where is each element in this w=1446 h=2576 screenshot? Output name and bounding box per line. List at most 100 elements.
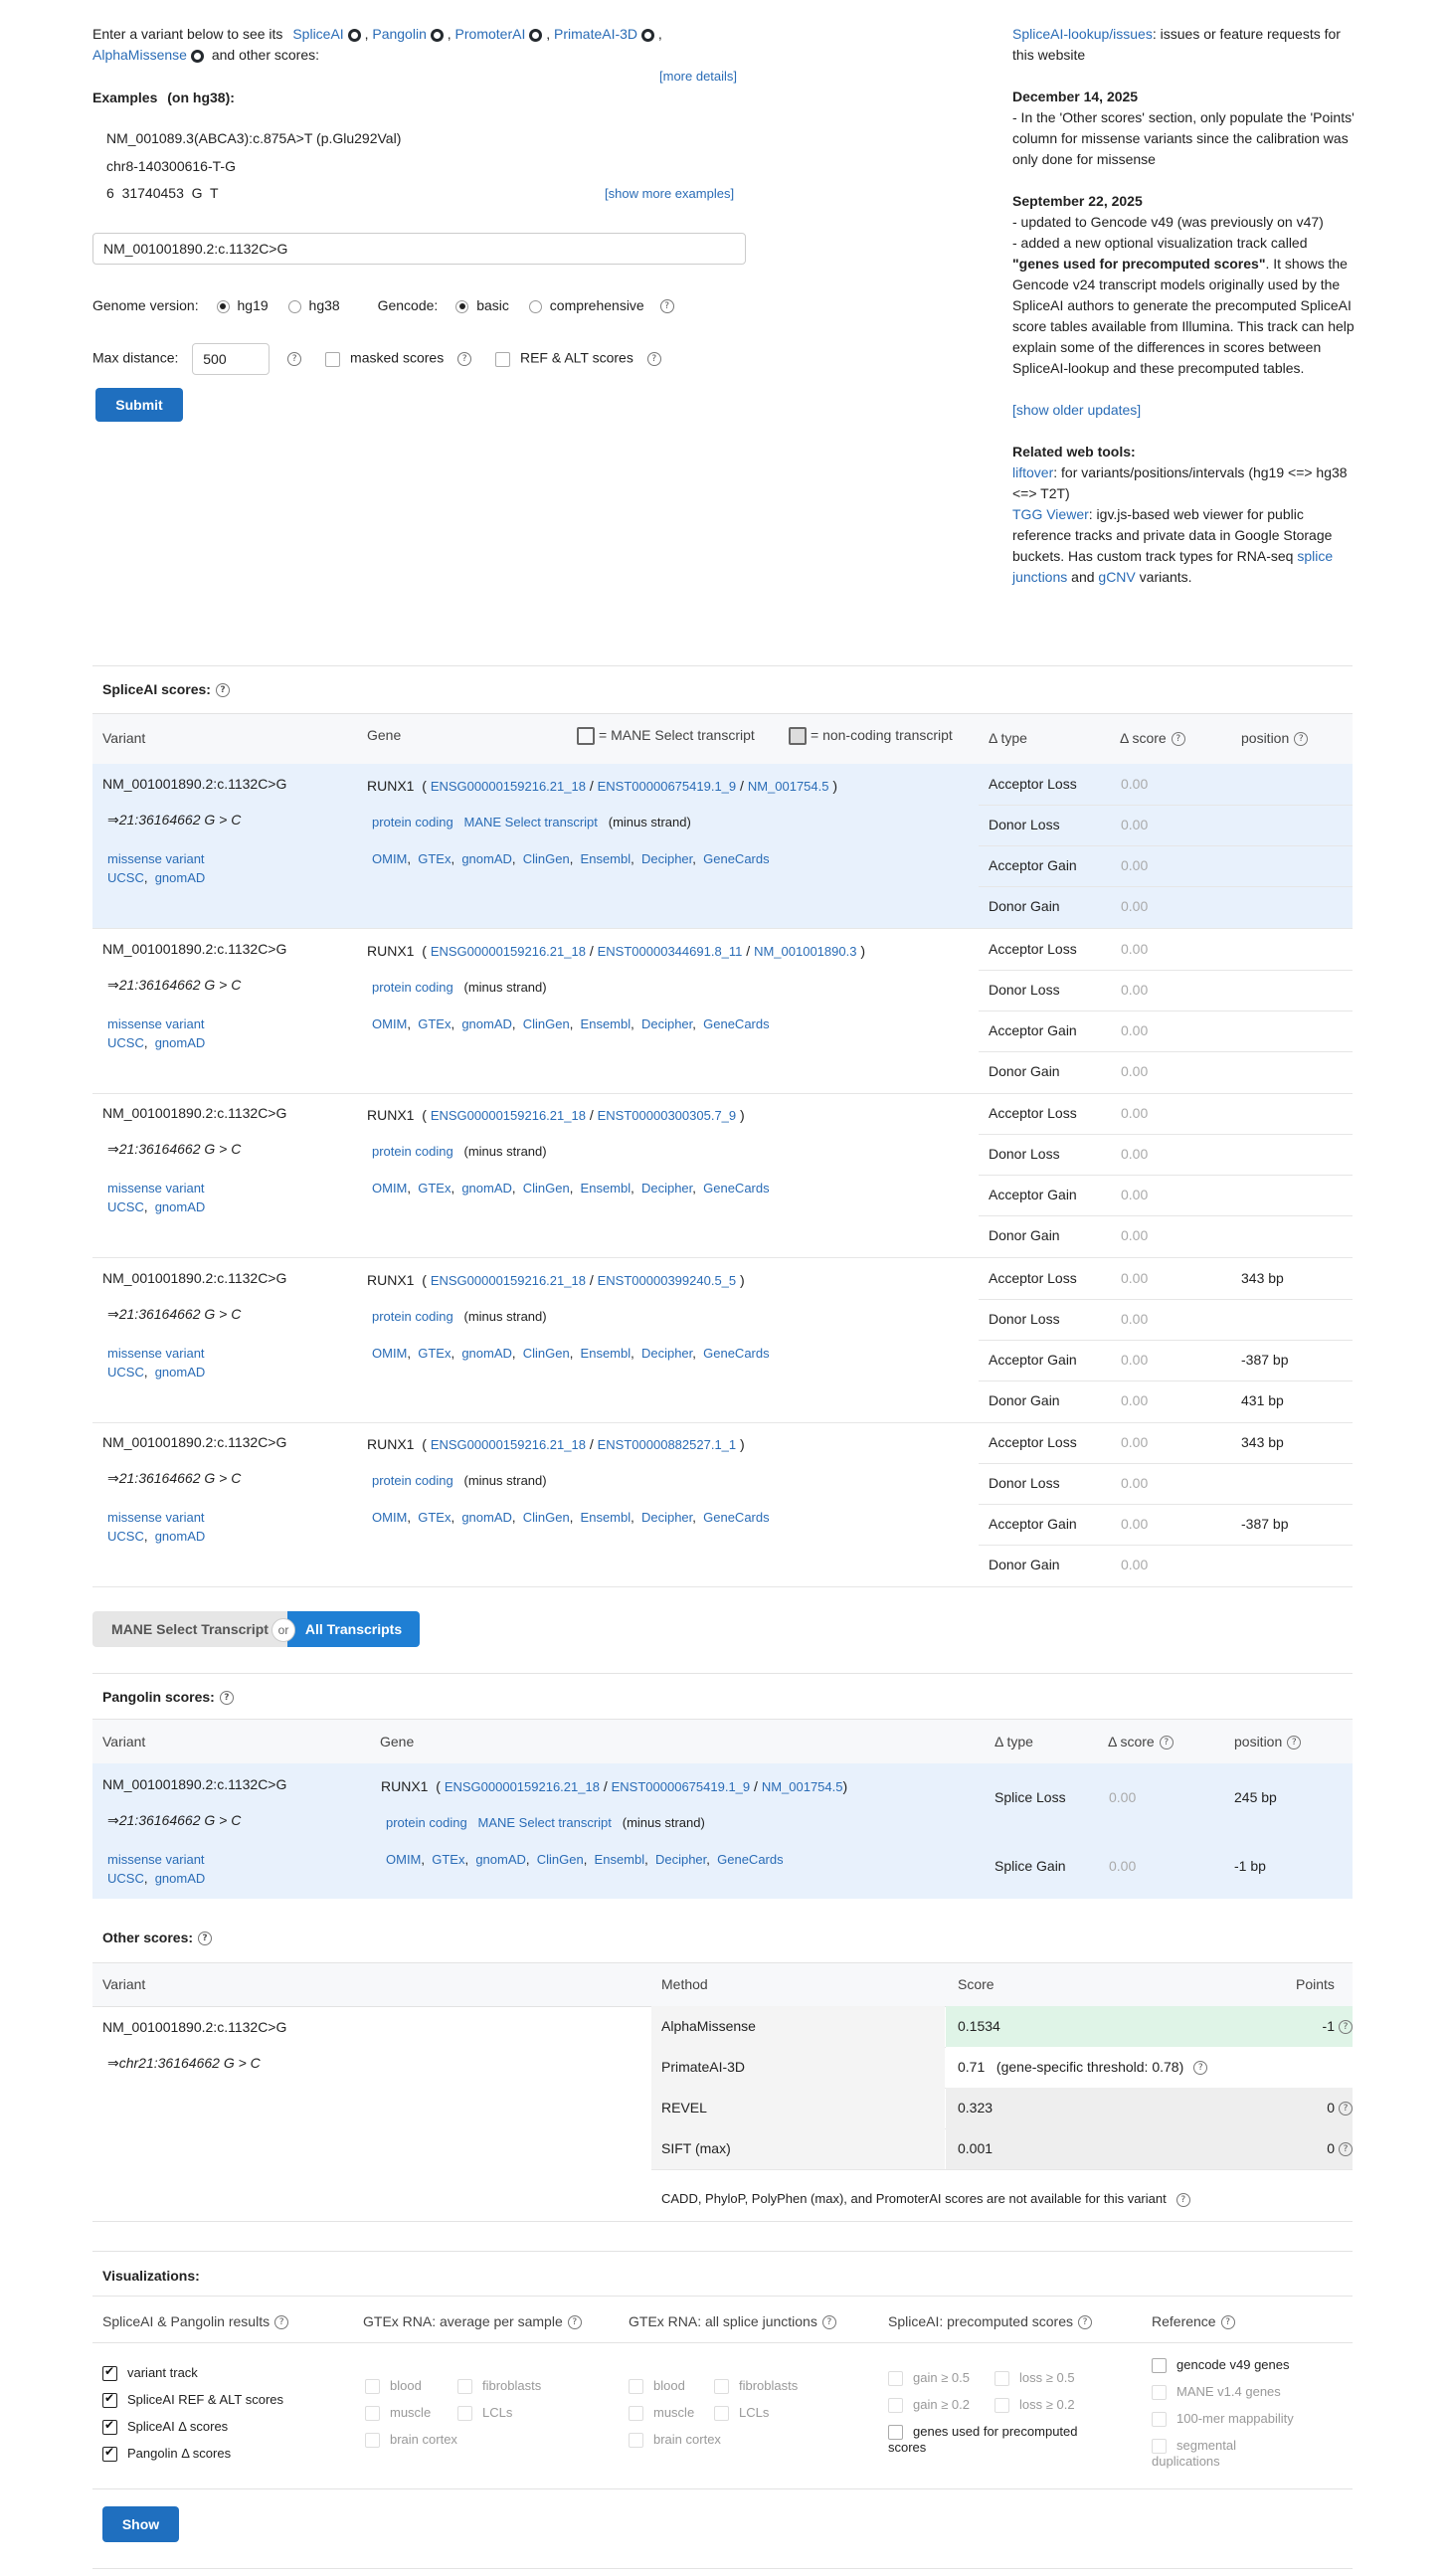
help-icon[interactable]: ? (1287, 1736, 1302, 1750)
more-details-link[interactable]: [more details] (659, 69, 737, 84)
help-icon[interactable]: ? (646, 352, 661, 366)
enst-link[interactable]: ENST00000882527.1_1 (598, 1437, 737, 1452)
gtex-link[interactable]: GTEx (432, 1852, 464, 1867)
gtex-link[interactable]: GTEx (418, 1181, 451, 1196)
refseq-link[interactable]: NM_001754.5 (762, 1779, 843, 1794)
help-icon[interactable]: ? (1175, 2192, 1190, 2207)
enst-link[interactable]: ENST00000399240.5_5 (598, 1273, 737, 1288)
enst-link[interactable]: ENST00000675419.1_9 (598, 779, 737, 794)
gtex-link[interactable]: GTEx (418, 1016, 451, 1031)
ucsc-link[interactable]: UCSC (107, 1365, 144, 1380)
clingen-link[interactable]: ClinGen (523, 1181, 570, 1196)
hg19-radio[interactable] (216, 299, 230, 313)
viz-option-checkbox[interactable] (629, 2433, 643, 2449)
gnomad-variant-link[interactable]: gnomAD (155, 1365, 206, 1380)
consequence-link[interactable]: missense variant (107, 1852, 205, 1867)
help-icon[interactable]: ? (198, 1932, 213, 1946)
ensembl-link[interactable]: Ensembl (581, 1346, 632, 1361)
gnomad-variant-link[interactable]: gnomAD (155, 870, 206, 885)
help-icon[interactable]: ? (567, 2315, 582, 2330)
help-icon[interactable]: ? (1220, 2315, 1235, 2330)
viz-option-checkbox[interactable] (994, 2398, 1009, 2414)
gnomad-variant-link[interactable]: gnomAD (155, 1199, 206, 1214)
liftover-link[interactable]: liftover (1012, 464, 1053, 480)
viz-option-checkbox[interactable] (102, 2418, 117, 2436)
ensg-link[interactable]: ENSG00000159216.21_18 (431, 779, 586, 794)
show-button[interactable]: Show (102, 2506, 179, 2542)
clingen-link[interactable]: ClinGen (523, 1016, 570, 1031)
help-icon[interactable]: ? (1171, 732, 1185, 747)
viz-option-checkbox[interactable] (1152, 2439, 1167, 2455)
clingen-link[interactable]: ClinGen (523, 1346, 570, 1361)
max-distance-input[interactable] (192, 343, 271, 375)
submit-button[interactable]: Submit (95, 388, 183, 422)
gnomad-link[interactable]: gnomAD (461, 1016, 512, 1031)
example-2[interactable]: chr8-140300616-T-G (106, 158, 236, 174)
consequence-link[interactable]: missense variant (107, 851, 205, 866)
clingen-link[interactable]: ClinGen (523, 851, 570, 866)
viz-option-checkbox[interactable] (714, 2379, 729, 2395)
genecards-link[interactable]: GeneCards (717, 1852, 783, 1867)
biotype-link[interactable]: protein coding (386, 1815, 467, 1830)
help-icon[interactable]: ? (1077, 2315, 1092, 2330)
viz-option-checkbox[interactable] (888, 2398, 903, 2414)
ucsc-link[interactable]: UCSC (107, 1871, 144, 1886)
genecards-link[interactable]: GeneCards (703, 1181, 769, 1196)
primateai-link[interactable]: PrimateAI-3D (554, 26, 637, 42)
viz-option-checkbox[interactable] (629, 2406, 643, 2422)
gnomad-link[interactable]: gnomAD (461, 1346, 512, 1361)
viz-option-checkbox[interactable] (365, 2433, 380, 2449)
help-icon[interactable]: ? (659, 299, 674, 314)
ref-alt-checkbox[interactable] (494, 351, 510, 367)
decipher-link[interactable]: Decipher (655, 1852, 706, 1867)
decipher-link[interactable]: Decipher (641, 851, 692, 866)
help-icon[interactable]: ? (821, 2315, 836, 2330)
masked-scores-checkbox[interactable] (325, 351, 341, 367)
omim-link[interactable]: OMIM (372, 851, 407, 866)
viz-option-checkbox[interactable] (629, 2379, 643, 2395)
decipher-link[interactable]: Decipher (641, 1181, 692, 1196)
clingen-link[interactable]: ClinGen (537, 1852, 584, 1867)
viz-option-checkbox[interactable] (1152, 2412, 1167, 2428)
biotype-link[interactable]: protein coding (372, 815, 453, 829)
example-1[interactable]: NM_001089.3(ABCA3):c.875A>T (p.Glu292Val… (106, 130, 401, 146)
enst-link[interactable]: ENST00000344691.8_11 (598, 944, 743, 959)
basic-radio[interactable] (455, 299, 469, 313)
viz-option-checkbox[interactable] (102, 2364, 117, 2382)
ensembl-link[interactable]: Ensembl (581, 1510, 632, 1525)
refseq-link[interactable]: NM_001754.5 (748, 779, 829, 794)
mane-link[interactable]: MANE Select transcript (478, 1815, 612, 1830)
github-icon[interactable] (347, 28, 361, 42)
github-icon[interactable] (430, 28, 444, 42)
tgg-viewer-link[interactable]: TGG Viewer (1012, 506, 1089, 522)
help-icon[interactable]: ? (219, 1691, 234, 1706)
clingen-link[interactable]: ClinGen (523, 1510, 570, 1525)
viz-option-checkbox[interactable] (714, 2406, 729, 2422)
viz-option-checkbox[interactable] (365, 2406, 380, 2422)
consequence-link[interactable]: missense variant (107, 1346, 205, 1361)
github-icon[interactable] (529, 28, 543, 42)
show-more-examples-link[interactable]: [show more examples] (605, 186, 734, 201)
biotype-link[interactable]: protein coding (372, 1473, 453, 1488)
help-icon[interactable]: ? (1159, 1736, 1174, 1750)
consequence-link[interactable]: missense variant (107, 1510, 205, 1525)
ensembl-link[interactable]: Ensembl (595, 1852, 645, 1867)
gtex-link[interactable]: GTEx (418, 851, 451, 866)
viz-option-checkbox[interactable] (888, 2371, 903, 2387)
ensg-link[interactable]: ENSG00000159216.21_18 (431, 1108, 586, 1123)
help-icon[interactable]: ? (457, 352, 472, 366)
decipher-link[interactable]: Decipher (641, 1346, 692, 1361)
viz-option-checkbox[interactable] (1152, 2358, 1167, 2374)
promoterai-link[interactable]: PromoterAI (455, 26, 526, 42)
decipher-link[interactable]: Decipher (641, 1016, 692, 1031)
pangolin-link[interactable]: Pangolin (372, 26, 427, 42)
viz-option-checkbox[interactable] (102, 2445, 117, 2463)
show-older-updates-link[interactable]: [show older updates] (1012, 402, 1141, 418)
ensembl-link[interactable]: Ensembl (581, 1181, 632, 1196)
gcnv-link[interactable]: gCNV (1098, 569, 1135, 585)
gnomad-variant-link[interactable]: gnomAD (155, 1035, 206, 1050)
help-icon[interactable]: ? (1339, 2020, 1353, 2035)
biotype-link[interactable]: protein coding (372, 1144, 453, 1159)
biotype-link[interactable]: protein coding (372, 980, 453, 995)
viz-option-checkbox[interactable] (457, 2379, 472, 2395)
